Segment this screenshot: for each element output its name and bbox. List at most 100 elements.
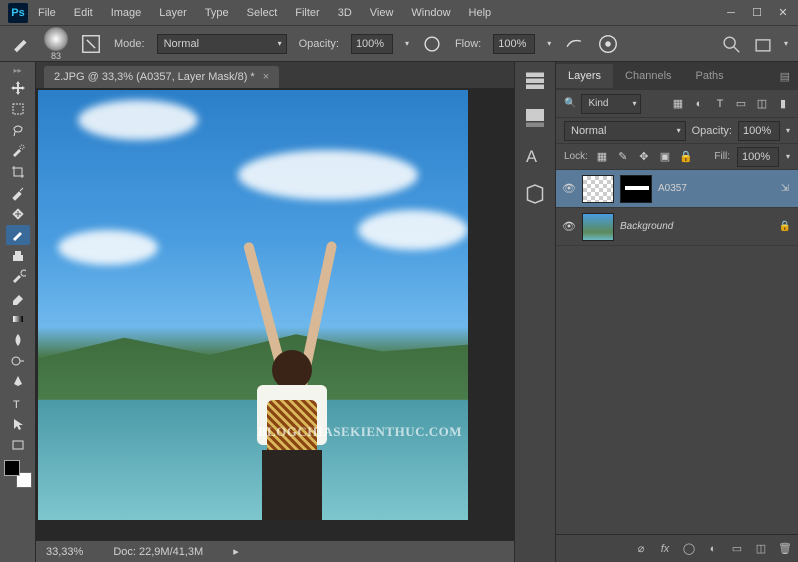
layer-thumbnail[interactable]: [582, 213, 614, 241]
lock-pixels-icon[interactable]: ✎: [616, 150, 630, 164]
workspace-flyout[interactable]: ▾: [784, 39, 788, 48]
healing-tool[interactable]: [6, 204, 30, 224]
tab-paths[interactable]: Paths: [684, 64, 736, 88]
filter-kind-dropdown[interactable]: Kind: [581, 94, 641, 114]
panel-tabs: Layers Channels Paths ▤: [556, 62, 798, 90]
tab-layers[interactable]: Layers: [556, 64, 613, 88]
menu-select[interactable]: Select: [239, 3, 286, 23]
layer-name[interactable]: A0357: [658, 183, 772, 194]
foreground-color[interactable]: [4, 460, 20, 476]
share-icon[interactable]: [752, 33, 774, 55]
delete-layer-icon[interactable]: 🗑: [778, 542, 792, 556]
opacity-field[interactable]: 100%: [351, 34, 393, 54]
lock-position-icon[interactable]: ✥: [637, 150, 651, 164]
blend-mode-dropdown[interactable]: Normal: [157, 34, 287, 54]
pressure-size-icon[interactable]: [597, 33, 619, 55]
lock-all-icon[interactable]: 🔒: [679, 150, 693, 164]
new-layer-icon[interactable]: ◫: [754, 542, 768, 556]
pressure-opacity-icon[interactable]: [421, 33, 443, 55]
toolbar-collapse[interactable]: ▸▸: [13, 66, 21, 75]
menu-edit[interactable]: Edit: [66, 3, 101, 23]
rectangle-tool[interactable]: [6, 435, 30, 455]
lasso-tool[interactable]: [6, 120, 30, 140]
menu-3d[interactable]: 3D: [330, 3, 360, 23]
filter-toggle-icon[interactable]: ▮: [776, 97, 790, 111]
color-swatches[interactable]: [4, 460, 32, 488]
brush-preview[interactable]: [44, 27, 68, 51]
search-icon[interactable]: [720, 33, 742, 55]
maximize-button[interactable]: ☐: [750, 6, 764, 20]
fill-flyout[interactable]: ▾: [786, 152, 790, 161]
menu-type[interactable]: Type: [197, 3, 237, 23]
menu-layer[interactable]: Layer: [151, 3, 195, 23]
filter-pixel-icon[interactable]: ▦: [671, 97, 685, 111]
brush-panel-toggle[interactable]: [80, 33, 102, 55]
menu-window[interactable]: Window: [403, 3, 458, 23]
menu-filter[interactable]: Filter: [287, 3, 327, 23]
adjustment-layer-icon[interactable]: ◐: [706, 542, 720, 556]
filter-shape-icon[interactable]: ▭: [734, 97, 748, 111]
eyedropper-tool[interactable]: [6, 183, 30, 203]
brush-tool[interactable]: [6, 225, 30, 245]
move-tool[interactable]: [6, 78, 30, 98]
layer-opacity-field[interactable]: 100%: [738, 121, 780, 141]
doc-size-readout[interactable]: Doc: 22,9M/41,3M: [113, 546, 203, 558]
crop-tool[interactable]: [6, 162, 30, 182]
type-tool[interactable]: T: [6, 393, 30, 413]
link-icon[interactable]: ⇲: [778, 183, 792, 194]
filter-smart-icon[interactable]: ◫: [755, 97, 769, 111]
filter-type-icon[interactable]: T: [713, 97, 727, 111]
tab-close-icon[interactable]: ×: [263, 71, 269, 83]
airbrush-icon[interactable]: [563, 33, 585, 55]
link-layers-icon[interactable]: ⌀: [634, 542, 648, 556]
collapsed-libraries-icon[interactable]: [523, 182, 547, 206]
filter-adjust-icon[interactable]: ◐: [692, 97, 706, 111]
layer-name[interactable]: Background: [620, 221, 772, 232]
blur-tool[interactable]: [6, 330, 30, 350]
panel-menu-icon[interactable]: ▤: [772, 70, 798, 83]
dodge-tool[interactable]: [6, 351, 30, 371]
visibility-icon[interactable]: 👁: [562, 220, 576, 233]
lock-icon: 🔒: [778, 221, 792, 232]
menu-image[interactable]: Image: [103, 3, 150, 23]
canvas-viewport[interactable]: BLOGCHIASEKIENTHUC.COM: [36, 88, 514, 540]
layer-row[interactable]: 👁 A0357 ⇲: [556, 170, 798, 208]
canvas[interactable]: BLOGCHIASEKIENTHUC.COM: [38, 90, 468, 520]
tab-channels[interactable]: Channels: [613, 64, 683, 88]
layer-mask-thumbnail[interactable]: [620, 175, 652, 203]
menu-view[interactable]: View: [362, 3, 402, 23]
layer-fx-icon[interactable]: fx: [658, 542, 672, 556]
layer-opacity-flyout[interactable]: ▾: [786, 126, 790, 135]
status-flyout[interactable]: ▸: [233, 545, 239, 558]
menu-help[interactable]: Help: [461, 3, 500, 23]
fill-field[interactable]: 100%: [737, 147, 779, 167]
eraser-tool[interactable]: [6, 288, 30, 308]
history-brush-tool[interactable]: [6, 267, 30, 287]
zoom-readout[interactable]: 33,33%: [46, 546, 83, 558]
lock-transparency-icon[interactable]: ▦: [595, 150, 609, 164]
flow-field[interactable]: 100%: [493, 34, 535, 54]
path-select-tool[interactable]: [6, 414, 30, 434]
new-group-icon[interactable]: ▭: [730, 542, 744, 556]
opacity-flyout[interactable]: ▾: [405, 39, 409, 48]
clone-stamp-tool[interactable]: [6, 246, 30, 266]
collapsed-history-icon[interactable]: [523, 68, 547, 92]
layer-blend-dropdown[interactable]: Normal: [564, 121, 686, 141]
visibility-icon[interactable]: 👁: [562, 182, 576, 195]
lock-artboard-icon[interactable]: ▣: [658, 150, 672, 164]
collapsed-character-icon[interactable]: A: [523, 144, 547, 168]
add-mask-icon[interactable]: ◯: [682, 542, 696, 556]
marquee-tool[interactable]: [6, 99, 30, 119]
quick-select-tool[interactable]: [6, 141, 30, 161]
collapsed-color-icon[interactable]: [523, 106, 547, 130]
pen-tool[interactable]: [6, 372, 30, 392]
layer-thumbnail[interactable]: [582, 175, 614, 203]
gradient-tool[interactable]: [6, 309, 30, 329]
tool-preset-picker[interactable]: [10, 33, 32, 55]
minimize-button[interactable]: ─: [724, 6, 738, 20]
flow-flyout[interactable]: ▾: [547, 39, 551, 48]
document-tab[interactable]: 2.JPG @ 33,3% (A0357, Layer Mask/8) * ×: [44, 66, 279, 88]
layer-row[interactable]: 👁 Background 🔒: [556, 208, 798, 246]
menu-file[interactable]: File: [30, 3, 64, 23]
close-button[interactable]: ✕: [776, 6, 790, 20]
